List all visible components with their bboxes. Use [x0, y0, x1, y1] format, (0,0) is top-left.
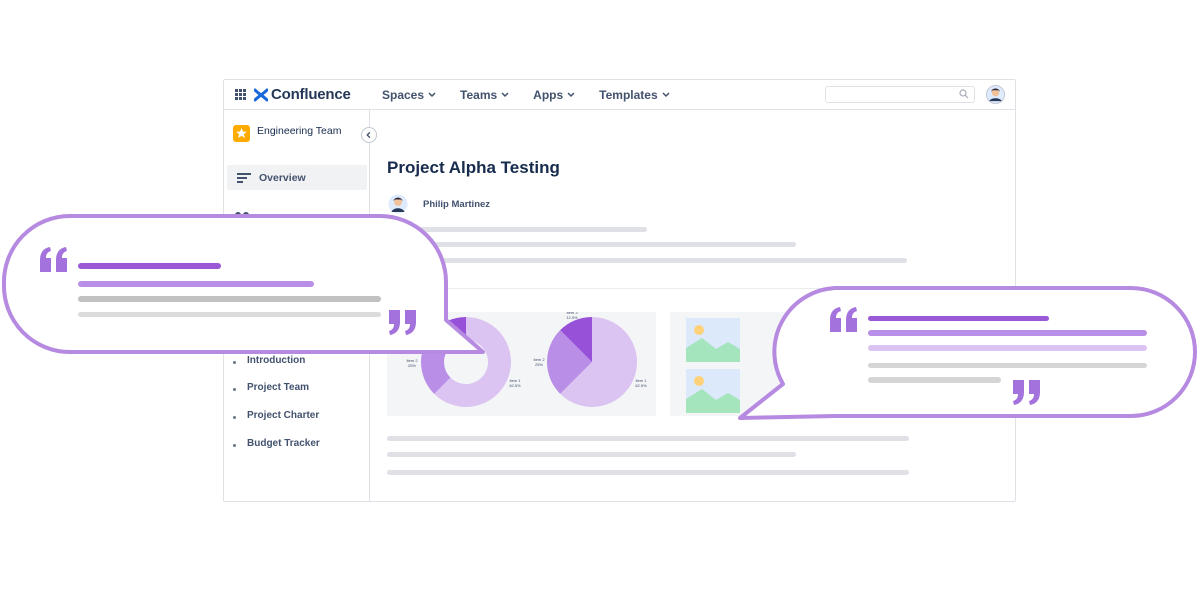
- text-placeholder-line: [387, 452, 796, 457]
- nav-apps-label: Apps: [533, 88, 564, 102]
- chevron-down-icon: [428, 92, 436, 98]
- quote-line: [868, 377, 1001, 383]
- nav-teams[interactable]: Teams: [460, 88, 509, 102]
- author-name[interactable]: Philip Martinez: [423, 199, 490, 210]
- quote-line: [78, 281, 314, 287]
- testimonial-bubble-left: [0, 212, 490, 357]
- author-avatar[interactable]: [388, 194, 408, 214]
- app-switcher-grid-icon[interactable]: [235, 89, 246, 100]
- quote-close-icon: [389, 310, 416, 335]
- nav-teams-label: Teams: [460, 88, 498, 102]
- page-title: Project Alpha Testing: [387, 158, 560, 177]
- confluence-logo-icon[interactable]: [254, 88, 268, 102]
- brand-name[interactable]: Confluence: [271, 86, 351, 103]
- testimonial-bubble-right: [735, 284, 1200, 424]
- quote-line: [868, 316, 1049, 321]
- chevron-left-icon[interactable]: [361, 127, 377, 143]
- donut-label-item-2: Item 2 25%: [406, 358, 418, 368]
- nav-spaces[interactable]: Spaces: [382, 88, 436, 102]
- bubble-outline: [738, 286, 1197, 420]
- top-navigation-bar: Confluence Spaces Teams Apps Templates: [224, 80, 1015, 110]
- pie-label-item-1: Item 1 62.5%: [635, 378, 647, 388]
- tree-item-budget-tracker[interactable]: Budget Tracker: [233, 438, 320, 449]
- quote-close-icon: [1013, 380, 1040, 405]
- chevron-down-icon: [501, 92, 509, 98]
- tree-item-project-charter[interactable]: Project Charter: [232, 410, 319, 421]
- nav-apps[interactable]: Apps: [533, 88, 575, 102]
- quote-open-icon: [830, 307, 857, 332]
- sidebar-item-label: Overview: [259, 172, 306, 184]
- image-placeholder-icon: [686, 369, 740, 413]
- search-input[interactable]: [825, 86, 975, 103]
- sidebar-item-overview[interactable]: Overview: [227, 165, 367, 190]
- space-name[interactable]: Engineering Team: [257, 125, 341, 137]
- quote-line: [78, 296, 381, 302]
- quote-line: [868, 363, 1147, 368]
- chevron-down-icon: [662, 92, 670, 98]
- pie-chart: [547, 317, 637, 407]
- text-placeholder-line: [387, 470, 909, 475]
- nav-spaces-label: Spaces: [382, 88, 425, 102]
- quote-line: [868, 345, 1147, 351]
- chevron-down-icon: [567, 92, 575, 98]
- quote-open-icon: [40, 247, 67, 272]
- quote-line: [78, 263, 221, 269]
- quote-line: [868, 330, 1147, 336]
- nav-templates[interactable]: Templates: [599, 88, 670, 102]
- donut-label-item-1: Item 1 62.5%: [509, 378, 521, 388]
- pie-label-item-3: Item 3 12.5%: [566, 312, 578, 320]
- pie-label-item-2: Item 2 25%: [533, 357, 545, 367]
- star-icon: [233, 125, 250, 142]
- quote-line: [78, 312, 381, 317]
- main-nav: Spaces Teams Apps Templates: [382, 88, 694, 102]
- text-placeholder-line: [387, 436, 909, 441]
- tree-item-project-team[interactable]: Project Team: [232, 382, 309, 393]
- nav-templates-label: Templates: [599, 88, 658, 102]
- overview-lines-icon: [237, 173, 251, 183]
- user-avatar[interactable]: [986, 85, 1005, 104]
- image-placeholder-icon: [686, 318, 740, 362]
- search-icon[interactable]: [959, 89, 969, 99]
